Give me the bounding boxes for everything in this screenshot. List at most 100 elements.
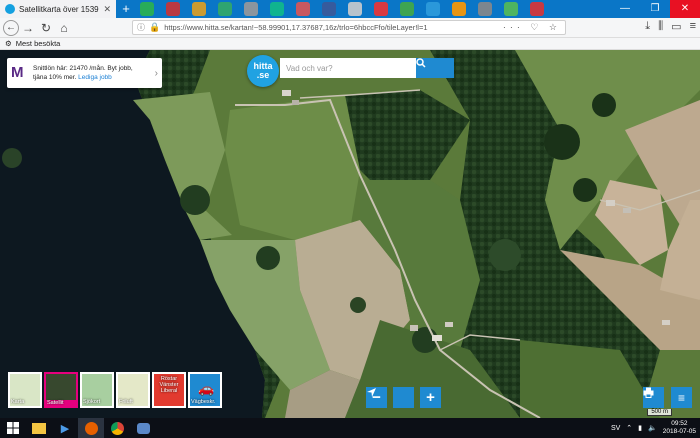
media-player-icon[interactable]: ▶ xyxy=(52,418,78,438)
app-icon[interactable] xyxy=(530,2,544,16)
minimize-icon[interactable]: — xyxy=(610,0,640,18)
map-imagery xyxy=(0,50,700,418)
chevron-right-icon[interactable]: › xyxy=(155,68,158,79)
app-icon[interactable] xyxy=(140,2,154,16)
maximize-icon[interactable]: ❐ xyxy=(640,0,670,18)
info-icon[interactable]: ⓘ xyxy=(137,22,145,33)
print-button[interactable] xyxy=(643,387,664,408)
back-icon[interactable]: ← xyxy=(3,19,19,36)
ad-link[interactable]: Lediga jobb xyxy=(78,74,112,81)
window-controls: — ❐ ✕ xyxy=(610,0,700,18)
close-window-icon[interactable]: ✕ xyxy=(670,0,700,18)
app-icon[interactable] xyxy=(374,2,388,16)
map-type-label: Röstar Vänster Liberal xyxy=(159,376,179,394)
map-type-satellit[interactable]: Satellit xyxy=(44,372,78,408)
app-icon[interactable] xyxy=(322,2,336,16)
map-type-switcher: Karta Satellit Sjökort Friluft Röstar Vä… xyxy=(8,372,222,408)
satellite-map[interactable]: M Snittlön här: 21470 /mån. Byt jobb, tj… xyxy=(0,50,700,418)
map-type-friluft[interactable]: Friluft xyxy=(116,372,150,408)
chevron-up-icon[interactable]: ⌃ xyxy=(626,424,632,432)
app-icon[interactable] xyxy=(244,2,258,16)
search-input[interactable] xyxy=(280,58,416,78)
ad-text: Snittlön här: 21470 /mån. Byt jobb, tjän… xyxy=(33,64,149,82)
ad-line1: Snittlön här: 21470 /mån. Byt jobb, xyxy=(33,65,133,72)
language-indicator[interactable]: SV xyxy=(611,425,620,432)
browser-window: Satellitkarta över 15396 Mölnb ✕ + — ❐ ✕ xyxy=(0,0,700,438)
map-controls: − + xyxy=(366,387,441,408)
app-icon[interactable] xyxy=(270,2,284,16)
system-tray: SV ⌃ ▮ 🔈 09:52 2018-07-05 xyxy=(611,418,696,438)
app-icon[interactable] xyxy=(504,2,518,16)
building xyxy=(292,100,299,105)
tab-title: Satellitkarta över 15396 Mölnb xyxy=(19,4,99,14)
app-icon[interactable] xyxy=(130,418,156,438)
app-icon[interactable] xyxy=(296,2,310,16)
firefox-icon[interactable] xyxy=(78,418,104,438)
clock-date: 2018-07-05 xyxy=(662,428,696,435)
hamburger-icon: ≡ xyxy=(677,390,685,405)
map-type-route[interactable]: 🚗 Vägbeskr. xyxy=(188,372,222,408)
navigation-bar: ← → ↻ ⌂ ⓘ 🔒 https://www.hitta.se/kartan!… xyxy=(0,18,700,38)
forward-icon[interactable]: → xyxy=(19,19,37,37)
bookmarks-bar: ⚙ Mest besökta xyxy=(0,38,700,50)
tab-active[interactable]: Satellitkarta över 15396 Mölnb ✕ xyxy=(0,0,116,18)
monster-logo-icon: M xyxy=(11,64,24,81)
download-icon[interactable]: ⤓ xyxy=(645,20,650,33)
network-icon[interactable]: ▮ xyxy=(638,424,642,432)
map-type-sjokort[interactable]: Sjökort xyxy=(80,372,114,408)
url-text: https://www.hitta.se/kartan!~58.99901,17… xyxy=(164,23,428,32)
file-explorer-icon[interactable] xyxy=(26,418,52,438)
volume-icon[interactable]: 🔈 xyxy=(648,424,657,432)
logo-line2: .se xyxy=(256,70,270,80)
job-ad-banner[interactable]: M Snittlön här: 21470 /mån. Byt jobb, tj… xyxy=(7,58,162,88)
gear-icon: ⚙ xyxy=(5,39,12,48)
app-icon[interactable] xyxy=(400,2,414,16)
pinned-apps xyxy=(140,2,544,16)
taskbar: ▶ SV ⌃ ▮ 🔈 09:52 2018-07-05 xyxy=(0,418,700,438)
building xyxy=(606,200,615,206)
map-type-label: Satellit xyxy=(46,400,76,406)
page-actions[interactable]: ··· ♡ ☆ xyxy=(503,22,561,33)
map-type-election[interactable]: Röstar Vänster Liberal xyxy=(152,372,186,408)
new-tab-button[interactable]: + xyxy=(118,0,134,18)
app-icon[interactable] xyxy=(452,2,466,16)
windows-logo-icon xyxy=(7,422,19,434)
reload-icon[interactable]: ↻ xyxy=(37,19,55,37)
sidebar-icon[interactable]: ▭ xyxy=(671,20,681,33)
print-icon xyxy=(643,387,654,398)
app-icon[interactable] xyxy=(348,2,362,16)
bookmark-most-visited[interactable]: Mest besökta xyxy=(16,39,61,48)
menu-button[interactable]: ≡ xyxy=(671,387,692,408)
library-icon[interactable]: ⫼ xyxy=(658,20,663,33)
app-icon[interactable] xyxy=(166,2,180,16)
search-button[interactable] xyxy=(416,58,454,78)
map-tools: ≡ xyxy=(643,387,692,408)
clock[interactable]: 09:52 2018-07-05 xyxy=(663,420,696,436)
building xyxy=(432,335,442,341)
app-icon[interactable] xyxy=(218,2,232,16)
close-tab-icon[interactable]: ✕ xyxy=(103,4,111,15)
building xyxy=(662,320,670,325)
search-icon xyxy=(416,58,426,68)
address-bar[interactable]: ⓘ 🔒 https://www.hitta.se/kartan!~58.9990… xyxy=(132,20,566,35)
windows-start-icon[interactable] xyxy=(0,418,26,438)
car-icon: 🚗 xyxy=(198,381,215,396)
building xyxy=(445,322,453,327)
menu-icon[interactable]: ≡ xyxy=(690,20,696,33)
toolbar-right: ⤓ ⫼ ▭ ≡ xyxy=(645,20,696,33)
lock-icon: 🔒 xyxy=(149,22,161,32)
ad-line2: tjäna 10% mer. xyxy=(33,74,77,81)
hitta-logo[interactable]: hitta .se xyxy=(247,55,279,87)
locate-button[interactable] xyxy=(367,387,414,408)
chrome-icon[interactable] xyxy=(104,418,130,438)
building xyxy=(410,325,418,331)
clock-time: 09:52 xyxy=(671,420,688,427)
building xyxy=(623,208,631,213)
scale-bar: 500 m xyxy=(647,409,672,416)
zoom-in-button[interactable]: + xyxy=(420,387,441,408)
app-icon[interactable] xyxy=(426,2,440,16)
app-icon[interactable] xyxy=(192,2,206,16)
home-icon[interactable]: ⌂ xyxy=(55,19,73,37)
map-type-karta[interactable]: Karta xyxy=(8,372,42,408)
app-icon[interactable] xyxy=(478,2,492,16)
